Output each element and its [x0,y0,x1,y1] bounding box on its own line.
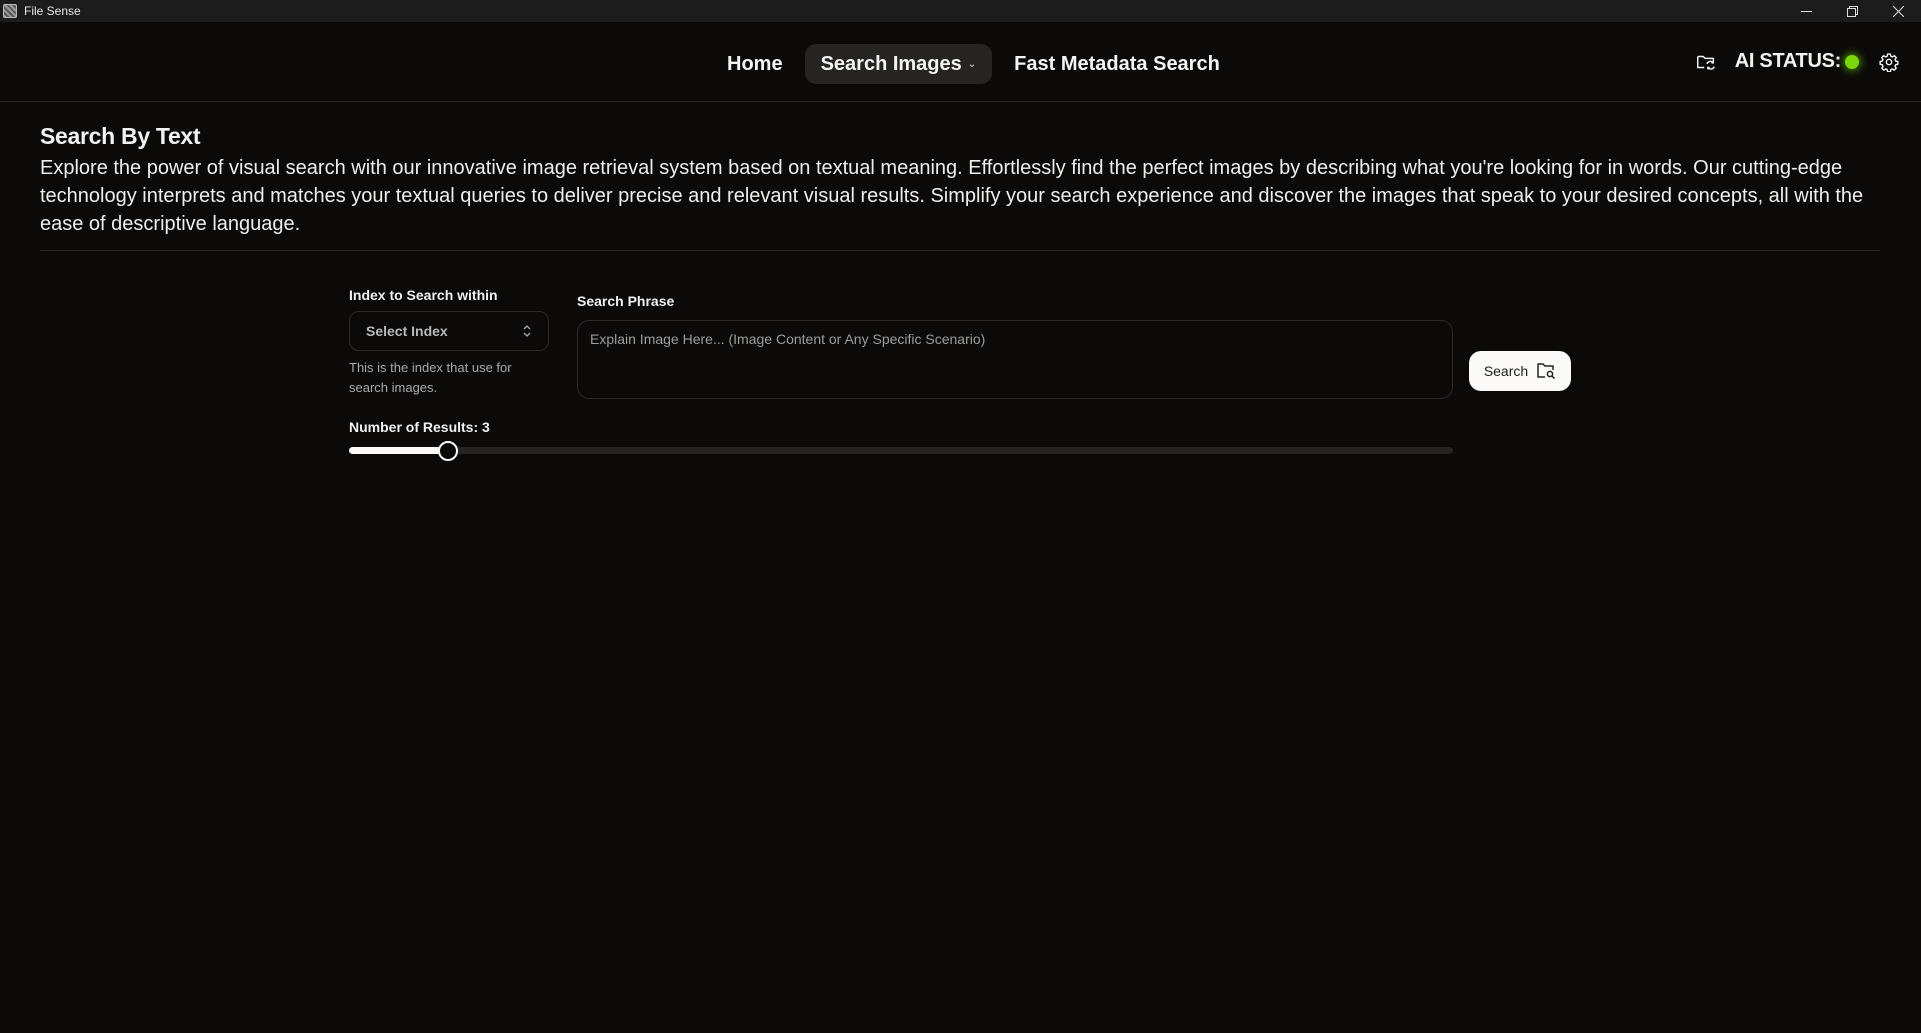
search-phrase-label: Search Phrase [577,293,675,309]
index-select[interactable]: Select Index [349,311,549,351]
search-button-label: Search [1483,363,1529,379]
ai-status-label: AI STATUS: [1734,50,1842,72]
window-title: File Sense [24,4,81,18]
close-button[interactable] [1875,0,1921,22]
nav-search-images-label: Search Images [820,52,962,75]
results-count-label: Number of Results: 3 [349,419,490,435]
slider-thumb[interactable] [438,441,459,461]
window-titlebar: File Sense [0,0,1921,22]
ai-status-indicator [1845,54,1859,69]
app-logo-icon [3,4,17,18]
window-controls [1783,0,1921,22]
slider-track [349,447,1453,454]
page-description: Explore the power of visual search with … [40,157,1864,235]
nav-search-images[interactable]: Search Images ⌄ [804,44,993,84]
index-label: Index to Search within [349,287,498,303]
page-title: Search By Text [40,123,201,149]
nav-home-label: Home [727,52,783,75]
page-header: Search By Text Explore the power of visu… [40,118,1880,238]
chevron-up-down-icon [523,325,531,337]
nav-fast-metadata-search-label: Fast Metadata Search [1014,52,1220,75]
nav-fast-metadata-search[interactable]: Fast Metadata Search [998,44,1236,84]
index-helper-text: This is the index that use for search im… [349,360,512,395]
divider [40,250,1880,251]
folder-search-icon [1537,363,1556,380]
search-button[interactable]: Search [1469,351,1571,391]
results-count-slider[interactable] [349,441,1453,461]
main-nav: Home Search Images ⌄ Fast Metadata Searc… [711,44,1236,84]
restore-button[interactable] [1829,0,1875,22]
close-icon [1892,5,1904,17]
index-select-value: Select Index [366,323,448,339]
top-navbar: Home Search Images ⌄ Fast Metadata Searc… [0,22,1921,102]
minimize-button[interactable] [1783,0,1829,22]
chevron-down-icon: ⌄ [967,58,977,70]
minimize-icon [1800,10,1812,12]
nav-right-tools: AI STATUS: [1695,50,1899,73]
nav-home[interactable]: Home [711,44,799,84]
restore-icon [1846,5,1858,17]
search-phrase-input[interactable] [577,320,1453,399]
gear-icon[interactable] [1879,52,1899,72]
slider-fill [349,447,449,454]
folder-sync-icon[interactable] [1695,51,1717,73]
